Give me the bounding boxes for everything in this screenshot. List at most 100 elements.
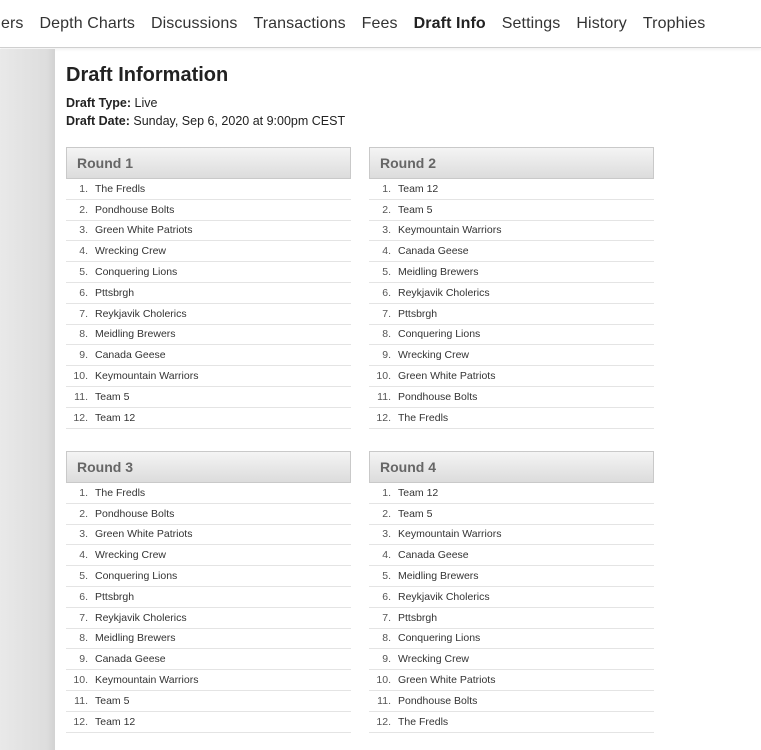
pick-row: 7. Reykjavik Cholerics <box>66 608 351 629</box>
pick-number: 8. <box>382 632 391 645</box>
round-1-panel: Round 1 1. The Fredls 2. Pondhouse Bolts 3. Gr… <box>66 147 351 429</box>
pick-row: 3. Keymountain Warriors <box>369 221 654 242</box>
pick-row: 12. Team 12 <box>66 408 351 429</box>
pick-team-name: The Fredls <box>398 715 449 728</box>
pick-team-name: Meidling Brewers <box>95 328 176 341</box>
pick-row: 4. Canada Geese <box>369 545 654 567</box>
pick-team-name: Pondhouse Bolts <box>398 694 478 707</box>
pick-number: 7. <box>382 307 391 320</box>
pick-team-name: Green White Patriots <box>95 224 193 237</box>
pick-team-name: Team 12 <box>95 411 136 424</box>
pick-number: 7. <box>382 611 391 624</box>
pick-row: 9. Canada Geese <box>66 649 351 671</box>
nav-trophies[interactable]: Trophies <box>643 15 705 33</box>
pick-number: 2. <box>382 203 391 216</box>
round-header: Round 1 <box>66 147 351 179</box>
pick-team-name: Meidling Brewers <box>95 632 176 645</box>
pick-row: 12. The Fredls <box>369 712 654 733</box>
pick-row: 10. Keymountain Warriors <box>66 366 351 387</box>
pick-team-name: The Fredls <box>398 411 449 424</box>
pick-team-name: Reykjavik Cholerics <box>95 611 187 624</box>
pick-number: 4. <box>79 549 88 562</box>
pick-row: 10. Keymountain Warriors <box>66 670 351 691</box>
pick-number: 12. <box>73 715 88 728</box>
draft-date-label: Draft Date: <box>66 114 130 128</box>
pick-team-name: Green White Patriots <box>398 370 496 383</box>
nav-transactions[interactable]: Transactions <box>253 15 345 33</box>
pick-team-name: Reykjavik Cholerics <box>398 590 490 603</box>
pick-row: 4. Wrecking Crew <box>66 241 351 263</box>
round-3-panel: Round 3 1. The Fredls 2. Pondhouse Bolts 3. Gr… <box>66 451 351 733</box>
pick-number: 1. <box>382 182 391 195</box>
nav-discussions[interactable]: Discussions <box>151 15 237 33</box>
pick-number: 7. <box>79 611 88 624</box>
pick-team-name: Team 12 <box>398 486 439 499</box>
pick-team-name: Wrecking Crew <box>398 653 469 666</box>
left-sidebar <box>0 49 55 750</box>
pick-team-name: The Fredls <box>95 182 146 195</box>
nav-draft-info[interactable]: Draft Info <box>414 15 486 33</box>
pick-row: 3. Green White Patriots <box>66 525 351 546</box>
pick-number: 11. <box>377 694 391 707</box>
pick-row: 3. Green White Patriots <box>66 221 351 242</box>
page-title: Draft Information <box>66 64 229 86</box>
pick-number: 9. <box>79 349 88 362</box>
pick-team-name: Pondhouse Bolts <box>95 507 175 520</box>
pick-row: 4. Wrecking Crew <box>66 545 351 567</box>
pick-team-name: Keymountain Warriors <box>95 674 199 687</box>
pick-row: 11. Pondhouse Bolts <box>369 691 654 712</box>
pick-team-name: The Fredls <box>95 486 146 499</box>
pick-number: 11. <box>74 390 88 403</box>
pick-row: 8. Conquering Lions <box>369 325 654 346</box>
pick-number: 10. <box>376 674 391 687</box>
nav-settings[interactable]: Settings <box>502 15 561 33</box>
draft-date-row: Draft Date: Sunday, Sep 6, 2020 at 9:00p… <box>66 112 761 130</box>
pick-row: 11. Team 5 <box>66 387 351 408</box>
pick-team-name: Canada Geese <box>95 349 166 362</box>
pick-team-name: Pttsbrgh <box>398 307 438 320</box>
pick-number: 3. <box>79 528 88 541</box>
nav-history[interactable]: History <box>576 15 626 33</box>
pick-row: 1. The Fredls <box>66 179 351 200</box>
pick-team-name: Team 5 <box>398 203 433 216</box>
pick-team-name: Keymountain Warriors <box>398 224 502 237</box>
pick-row: 8. Meidling Brewers <box>66 325 351 346</box>
pick-row: 9. Wrecking Crew <box>369 345 654 367</box>
pick-row: 8. Meidling Brewers <box>66 629 351 650</box>
pick-team-name: Conquering Lions <box>398 328 481 341</box>
pick-row: 6. Pttsbrgh <box>66 283 351 304</box>
nav-owners[interactable]: hers <box>0 15 24 33</box>
pick-row: 6. Pttsbrgh <box>66 587 351 608</box>
pick-row: 10. Green White Patriots <box>369 366 654 387</box>
pick-row: 3. Keymountain Warriors <box>369 525 654 546</box>
pick-team-name: Pondhouse Bolts <box>398 390 478 403</box>
pick-row: 11. Pondhouse Bolts <box>369 387 654 408</box>
pick-team-name: Reykjavik Cholerics <box>95 307 187 320</box>
pick-team-name: Meidling Brewers <box>398 570 479 583</box>
pick-number: 1. <box>79 182 88 195</box>
pick-number: 11. <box>74 694 88 707</box>
pick-number: 2. <box>79 203 88 216</box>
pick-number: 1. <box>79 486 88 499</box>
pick-row: 6. Reykjavik Cholerics <box>369 587 654 608</box>
nav-depth-charts[interactable]: Depth Charts <box>40 15 135 33</box>
nav-fees[interactable]: Fees <box>362 15 398 33</box>
pick-team-name: Meidling Brewers <box>398 266 479 279</box>
pick-team-name: Conquering Lions <box>398 632 481 645</box>
pick-number: 6. <box>382 590 391 603</box>
pick-number: 8. <box>382 328 391 341</box>
pick-row: 11. Team 5 <box>66 691 351 712</box>
pick-number: 5. <box>79 266 88 279</box>
pick-row: 4. Canada Geese <box>369 241 654 263</box>
pick-number: 10. <box>73 370 88 383</box>
pick-team-name: Wrecking Crew <box>95 245 166 258</box>
pick-row: 5. Meidling Brewers <box>369 262 654 283</box>
pick-row: 2. Team 5 <box>369 504 654 525</box>
round-4-panel: Round 4 1. Team 12 2. Team 5 3. Keymountain Wa… <box>369 451 654 733</box>
pick-number: 3. <box>382 224 391 237</box>
pick-number: 3. <box>79 224 88 237</box>
pick-number: 10. <box>376 370 391 383</box>
pick-team-name: Pttsbrgh <box>398 611 438 624</box>
pick-team-name: Team 12 <box>95 715 136 728</box>
draft-type-label: Draft Type: <box>66 96 132 110</box>
